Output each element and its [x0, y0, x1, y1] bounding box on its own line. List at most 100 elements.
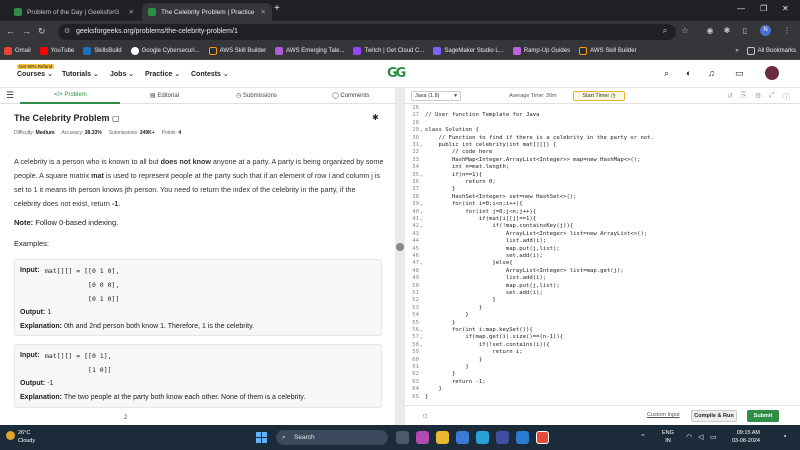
code-line[interactable]: 54 }: [405, 312, 795, 319]
fold-arrow-icon[interactable]: ▾: [420, 172, 422, 179]
gfg-logo[interactable]: GG: [387, 66, 413, 82]
browser-tab-celebrity[interactable]: The Celebrity Problem | Practice ✕: [142, 3, 272, 21]
bookmark-rampup[interactable]: Ramp-Up Guides: [512, 47, 570, 55]
menu-tutorials[interactable]: Tutorials ⌄: [62, 70, 99, 78]
fold-arrow-icon[interactable]: ▾: [420, 327, 422, 334]
fold-arrow-icon[interactable]: ▾: [420, 216, 422, 223]
fullscreen-icon[interactable]: ⤢: [769, 92, 775, 100]
reload-icon[interactable]: ↻: [38, 26, 46, 37]
menu-courses[interactable]: Courses ⌄: [17, 70, 53, 78]
code-line[interactable]: 27 // User function Template for Java: [405, 112, 795, 119]
code-line[interactable]: 62 }: [405, 371, 795, 378]
notification-bell-icon[interactable]: ♫: [708, 68, 715, 78]
code-line[interactable]: 53 }: [405, 305, 795, 312]
maximize-icon[interactable]: ❐: [760, 4, 767, 13]
notification-icon[interactable]: ◔: [782, 432, 787, 441]
bookmark-aws-skill[interactable]: AWS Skill Builder: [208, 47, 266, 55]
fold-arrow-icon[interactable]: ▾: [420, 201, 422, 208]
code-area[interactable]: 26 27 // User function Template for Java 28…: [405, 105, 800, 405]
drag-handle-icon[interactable]: [396, 243, 404, 251]
code-line[interactable]: 61 }: [405, 364, 795, 371]
chrome-icon[interactable]: [536, 431, 549, 444]
code-line[interactable]: 56 ▾ for(int i:map.keySet()){: [405, 327, 795, 334]
volume-icon[interactable]: ◁: [698, 433, 703, 441]
code-line[interactable]: 42 ▾ if(!map.containsKey(j)){: [405, 223, 795, 230]
code-line[interactable]: 64 }: [405, 386, 795, 393]
code-line[interactable]: 30 // Function to find if there is a cel…: [405, 135, 795, 142]
code-line[interactable]: 34 int n=mat.length;: [405, 164, 795, 171]
theme-toggle-icon[interactable]: ◐: [686, 68, 691, 78]
fold-arrow-icon[interactable]: ▾: [420, 260, 422, 267]
menu-practice[interactable]: Practice ⌄: [145, 70, 180, 78]
store-icon[interactable]: [496, 431, 509, 444]
code-line[interactable]: 29 ▾ class Solution {: [405, 127, 795, 134]
code-line[interactable]: 33 HashMap<Integer,ArrayList<Integer>> m…: [405, 157, 795, 164]
puzzle-icon[interactable]: ✱: [722, 26, 732, 36]
bookmark-twitch[interactable]: Twitch | Get Cloud C...: [353, 47, 424, 55]
copy-icon[interactable]: ⎘: [741, 92, 747, 100]
close-window-icon[interactable]: ✕: [782, 4, 789, 13]
code-line[interactable]: 65}: [405, 394, 795, 401]
code-line[interactable]: 40 ▾ for(int j=0;j<n;j++){: [405, 209, 795, 216]
settings-icon[interactable]: ⚙: [755, 92, 761, 100]
custom-input-link[interactable]: Custom Input: [647, 412, 680, 418]
code-line[interactable]: 45 map.put(j,list);: [405, 246, 795, 253]
file-explorer-icon[interactable]: [436, 431, 449, 444]
code-line[interactable]: 36 return 0;: [405, 179, 795, 186]
code-line[interactable]: 43 ArrayList<Integer> list=new ArrayList…: [405, 231, 795, 238]
tab-editorial[interactable]: ▤ Editorial: [150, 92, 179, 99]
code-line[interactable]: 50 map.put(j,list);: [405, 283, 795, 290]
code-line[interactable]: 44 list.add(i);: [405, 238, 795, 245]
url-input[interactable]: ⚙ geeksforgeeks.org/problems/the-celebri…: [58, 24, 676, 40]
search-icon[interactable]: ⌕: [664, 68, 669, 79]
edge-icon[interactable]: [476, 431, 489, 444]
hamburger-menu-icon[interactable]: ☰: [6, 90, 14, 101]
tab-problem[interactable]: </> Problem: [54, 92, 87, 98]
bookmark-gmail[interactable]: Gmail: [4, 47, 31, 55]
bookmark-icon[interactable]: ▭: [735, 68, 744, 79]
tray-chevron-icon[interactable]: ⌃: [640, 433, 646, 441]
fold-arrow-icon[interactable]: ▾: [420, 142, 422, 149]
minimize-icon[interactable]: —: [737, 4, 745, 13]
clock[interactable]: 09:15 AM 03-08-2024: [720, 429, 760, 445]
code-line[interactable]: 32 // code here: [405, 149, 795, 156]
star-icon[interactable]: ☆: [680, 26, 690, 36]
user-avatar[interactable]: [765, 66, 779, 80]
code-line[interactable]: 63 return -1;: [405, 379, 795, 386]
code-line[interactable]: 48 ArrayList<Integer> list=map.get(j);: [405, 268, 795, 275]
battery-icon[interactable]: ▭: [710, 433, 717, 441]
bookmark-sagemaker[interactable]: SageMaker Studio L...: [433, 47, 504, 55]
bookmark-aws-skill-2[interactable]: AWS Skill Builder: [579, 47, 637, 55]
teams-icon[interactable]: [416, 431, 429, 444]
start-timer-button[interactable]: Start Timer ◷: [573, 91, 625, 101]
bookmark-google-cyber[interactable]: Google Cybersecuri...: [130, 47, 200, 55]
vscode-icon[interactable]: [516, 431, 529, 444]
forward-icon[interactable]: →: [22, 26, 31, 36]
fold-arrow-icon[interactable]: ▾: [420, 127, 422, 134]
bug-icon[interactable]: ✱: [372, 113, 379, 122]
submit-button[interactable]: Submit: [747, 410, 779, 422]
input-language[interactable]: ENG IN: [662, 429, 674, 445]
code-line[interactable]: 26: [405, 105, 795, 112]
menu-jobs[interactable]: Jobs ⌄: [110, 70, 134, 78]
task-view-icon[interactable]: [396, 431, 409, 444]
new-tab-button[interactable]: +: [274, 3, 280, 14]
code-line[interactable]: 35 ▾ if(n==1){: [405, 172, 795, 179]
wifi-icon[interactable]: ◠: [686, 433, 692, 441]
restore-code-icon[interactable]: ↺: [727, 92, 733, 100]
code-line[interactable]: 59 return i;: [405, 349, 795, 356]
bookmark-youtube[interactable]: YouTube: [39, 47, 74, 55]
code-line[interactable]: 28: [405, 120, 795, 127]
profile-avatar[interactable]: N: [760, 25, 771, 36]
fold-arrow-icon[interactable]: ▾: [420, 209, 422, 216]
tab-submissions[interactable]: ◷ Submissions: [236, 92, 277, 99]
taskbar-search[interactable]: ⌕ Search: [276, 430, 388, 445]
code-line[interactable]: 39 ▾ for(int i=0;i<n;i++){: [405, 201, 795, 208]
fold-arrow-icon[interactable]: ▾: [420, 223, 422, 230]
code-line[interactable]: 55 }: [405, 320, 795, 327]
bookmark-aws-emerging[interactable]: AWS Emerging Tale...: [275, 47, 344, 55]
all-bookmarks[interactable]: » All Bookmarks: [735, 47, 796, 55]
compile-run-button[interactable]: Compile & Run: [691, 410, 737, 422]
mail-icon[interactable]: [456, 431, 469, 444]
windows-start-icon[interactable]: [256, 432, 267, 443]
